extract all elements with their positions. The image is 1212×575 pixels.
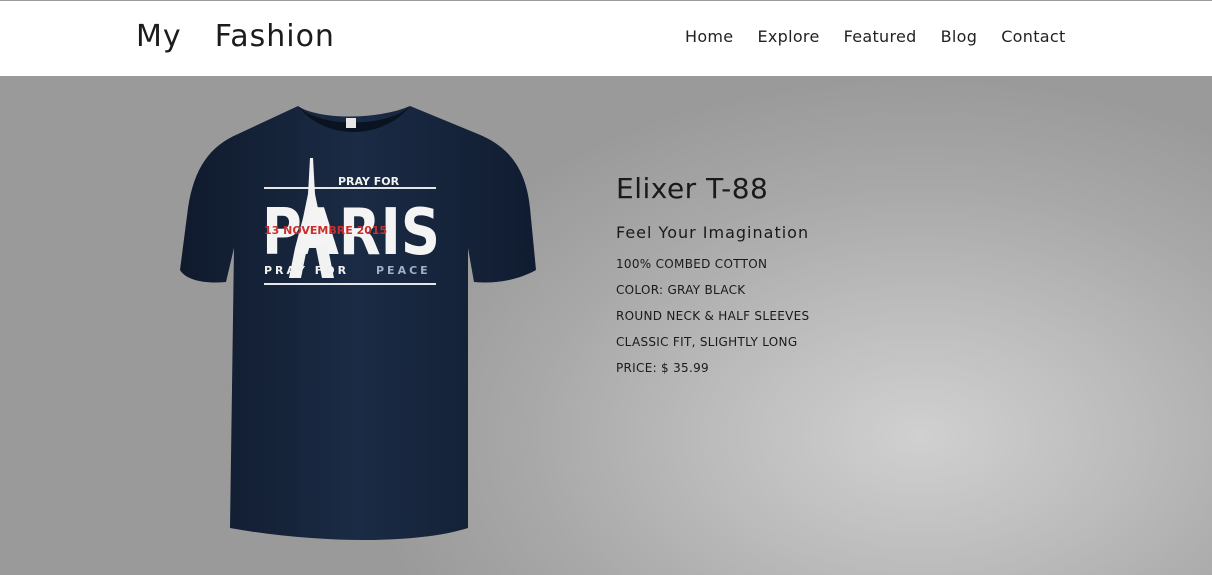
nav-item-contact[interactable]: Contact — [1001, 27, 1065, 46]
print-pray-for: PRAY FOR — [338, 175, 400, 188]
page: My Fashion Home Explore Featured Blog Co… — [0, 0, 1212, 575]
product-details: Elixer T-88 Feel Your Imagination 100% C… — [616, 172, 809, 386]
print-pray-for-lower: PRAY FOR — [264, 264, 349, 277]
spec-price: PRICE: $ 35.99 — [616, 361, 709, 375]
spec-color: COLOR: GRAY BLACK — [616, 283, 746, 297]
tshirt-image: PRAY FOR PARIS 13 NOVEMBRE 2015 PRAY FOR… — [180, 106, 536, 540]
tshirt-tag — [346, 118, 356, 128]
nav-item-featured[interactable]: Featured — [844, 27, 917, 46]
print-date: 13 NOVEMBRE 2015 — [264, 224, 387, 237]
site-header: My Fashion Home Explore Featured Blog Co… — [0, 1, 1212, 76]
product-image[interactable]: PRAY FOR PARIS 13 NOVEMBRE 2015 PRAY FOR… — [178, 98, 538, 548]
spec-neck-sleeves: ROUND NECK & HALF SLEEVES — [616, 309, 810, 323]
product-title: Elixer T-88 — [616, 172, 769, 205]
product-specs: 100% COMBED COTTON COLOR: GRAY BLACK ROU… — [616, 256, 809, 386]
spec-material: 100% COMBED COTTON — [616, 257, 768, 271]
spec-fit: CLASSIC FIT, SLIGHTLY LONG — [616, 335, 798, 349]
nav-item-blog[interactable]: Blog — [941, 27, 978, 46]
main-nav: Home Explore Featured Blog Contact — [685, 27, 1090, 46]
product-tagline: Feel Your Imagination — [616, 223, 810, 242]
nav-item-explore[interactable]: Explore — [757, 27, 819, 46]
site-logo[interactable]: My Fashion — [136, 19, 335, 54]
tshirt-body — [180, 106, 536, 540]
product-hero: PRAY FOR PARIS 13 NOVEMBRE 2015 PRAY FOR… — [0, 76, 1212, 575]
print-peace: PEACE — [376, 264, 431, 277]
nav-item-home[interactable]: Home — [685, 27, 733, 46]
